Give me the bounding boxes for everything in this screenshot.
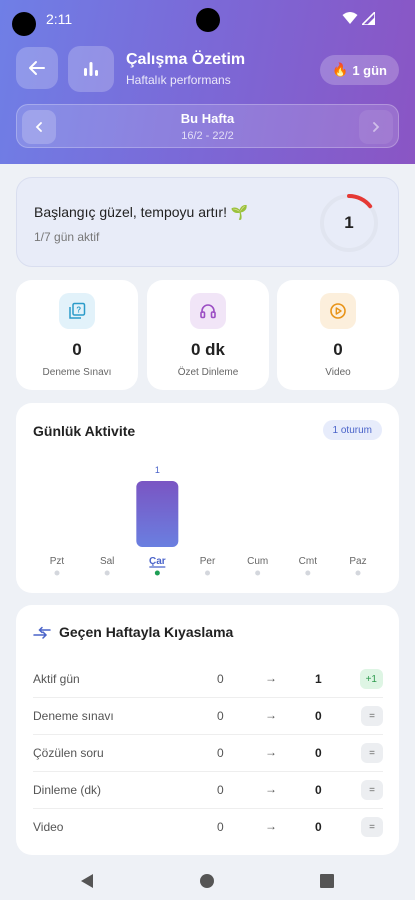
comparison-current-value: 0 <box>315 820 322 834</box>
daily-activity-card: Günlük Aktivite 1 oturum Pzt Sal 1 Çar Per Cu… <box>16 403 399 593</box>
day-activity-dot <box>205 570 210 576</box>
activity-bar <box>136 481 179 547</box>
bar-chart-icon <box>84 62 98 76</box>
chart-icon-box <box>68 46 114 92</box>
banner-active-days: 1/7 gün aktif <box>34 230 100 244</box>
play-circle-icon <box>330 303 346 319</box>
day-label: Pzt <box>50 556 65 567</box>
progress-ring-value: 1 <box>344 213 354 232</box>
bar-value-label: 1 <box>155 465 160 475</box>
page-subtitle: Haftalık performans <box>126 73 231 87</box>
triangle-back-icon <box>81 874 93 888</box>
comparison-arrow: → <box>265 782 277 796</box>
day-label: Per <box>200 556 216 567</box>
comparison-arrow: → <box>265 708 277 722</box>
day-label: Sal <box>100 556 114 567</box>
status-time: 2:11 <box>46 11 73 27</box>
comparison-row-label: Aktif gün <box>33 672 80 686</box>
weekly-comparison-card: Geçen Haftayla Kıyaslama Aktif gün 0 → 1 +1 D… <box>16 605 399 855</box>
svg-text:?: ? <box>76 306 81 315</box>
headphones-icon <box>200 304 216 319</box>
stat-card-video[interactable]: 0 Video <box>277 280 399 390</box>
fire-icon: 🔥 <box>332 62 349 77</box>
signal-icon <box>362 11 375 25</box>
comparison-row-label: Video <box>33 820 64 834</box>
comparison-current-value: 1 <box>315 672 322 686</box>
week-selector: Bu Hafta 16/2 - 22/2 <box>16 104 399 148</box>
nav-back-button[interactable] <box>74 868 100 894</box>
comparison-row: Video 0 → 0 = <box>33 809 383 846</box>
next-week-button[interactable] <box>359 110 393 144</box>
comparison-row-label: Çözülen soru <box>33 746 104 760</box>
quiz-icon: ? <box>69 302 86 319</box>
nav-recents-button[interactable] <box>314 868 340 894</box>
comparison-row: Dinleme (dk) 0 → 0 = <box>33 772 383 809</box>
day-label: Paz <box>349 556 366 567</box>
stat-label-listening: Özet Dinleme <box>177 367 239 378</box>
week-range: 16/2 - 22/2 <box>181 130 234 142</box>
banner-message: Başlangıç güzel, tempoyu artır! 🌱 <box>34 204 249 220</box>
comparison-previous-value: 0 <box>217 783 224 797</box>
stat-card-exam[interactable]: ? 0 Deneme Sınavı <box>16 280 138 390</box>
day-activity-dot <box>255 570 261 576</box>
comparison-change-badge: = <box>361 706 383 726</box>
play-circle-icon-box <box>320 293 356 329</box>
comparison-arrow: → <box>265 671 277 685</box>
stat-value-exam: 0 <box>72 340 82 359</box>
header: 2:11 Çalışma Özetim Haftalık performans … <box>0 0 415 164</box>
day-activity-dot <box>154 570 160 576</box>
stat-value-listening: 0 dk <box>190 340 226 359</box>
comparison-row: Deneme sınavı 0 → 0 = <box>33 698 383 735</box>
back-button[interactable] <box>16 47 58 89</box>
daily-activity-chart: Pzt Sal 1 Çar Per Cum Cmt Paz <box>50 465 367 576</box>
stat-label-exam: Deneme Sınavı <box>42 367 112 378</box>
comparison-row: Aktif gün 0 → 1 +1 <box>33 661 383 698</box>
comparison-current-value: 0 <box>315 709 322 723</box>
status-bar: 2:11 <box>0 0 415 36</box>
day-activity-dot <box>104 570 110 576</box>
compare-arrows-icon <box>33 626 51 639</box>
comparison-title: Geçen Haftayla Kıyaslama <box>59 624 234 640</box>
day-label: Cmt <box>299 556 318 567</box>
day-activity-dot <box>355 570 361 576</box>
camera-punch-hole <box>196 8 220 32</box>
comparison-previous-value: 0 <box>217 672 224 686</box>
comparison-change-badge: = <box>361 817 383 837</box>
stat-value-video: 0 <box>333 340 343 359</box>
streak-badge: 🔥 1 gün <box>320 55 399 85</box>
arrow-left-icon <box>29 61 45 75</box>
square-recents-icon <box>320 874 334 888</box>
comparison-row-label: Deneme sınavı <box>33 709 114 723</box>
comparison-previous-value: 0 <box>217 746 224 760</box>
stat-card-listening[interactable]: 0 dk Özet Dinleme <box>147 280 269 390</box>
comparison-arrow: → <box>265 819 277 833</box>
comparison-change-badge: = <box>361 780 383 800</box>
comparison-row: Çözülen soru 0 → 0 = <box>33 735 383 772</box>
comparison-arrow: → <box>265 745 277 759</box>
comparison-row-label: Dinleme (dk) <box>33 783 102 797</box>
day-activity-dot <box>54 570 60 576</box>
stat-label-video: Video <box>325 367 351 378</box>
day-activity-dot <box>305 570 311 576</box>
comparison-current-value: 0 <box>315 746 322 760</box>
circle-home-icon <box>200 874 214 888</box>
system-navigation-bar <box>0 862 415 900</box>
streak-label: 1 gün <box>352 62 387 78</box>
comparison-current-value: 0 <box>315 783 322 797</box>
progress-banner: Başlangıç güzel, tempoyu artır! 🌱 1/7 gü… <box>16 177 399 267</box>
comparison-previous-value: 0 <box>217 709 224 723</box>
quiz-icon-box: ? <box>59 293 95 329</box>
comparison-change-badge: +1 <box>359 669 383 689</box>
day-label: Çar <box>149 556 166 567</box>
comparison-previous-value: 0 <box>217 820 224 834</box>
headphones-icon-box <box>190 293 226 329</box>
comparison-change-badge: = <box>361 743 383 763</box>
nav-home-button[interactable] <box>194 868 220 894</box>
camera-dot <box>12 12 36 36</box>
day-label: Cum <box>247 556 268 567</box>
page-title: Çalışma Özetim <box>126 51 246 68</box>
week-title: Bu Hafta <box>180 111 235 126</box>
chevron-right-icon <box>373 122 380 132</box>
wifi-icon <box>342 12 358 24</box>
